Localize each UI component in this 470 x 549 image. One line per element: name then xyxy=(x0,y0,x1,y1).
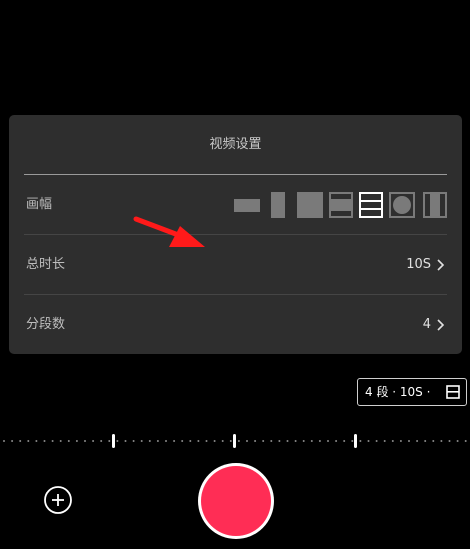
ruler-dot xyxy=(270,440,273,442)
aspect-ratio-row: 画幅 xyxy=(24,175,447,235)
ruler-dot xyxy=(351,440,354,442)
ruler-dot xyxy=(294,440,297,442)
ruler-dot xyxy=(165,440,167,442)
ruler-dot xyxy=(464,440,467,442)
ruler-dot xyxy=(213,440,216,442)
duration-label: 总时长 xyxy=(26,257,66,272)
ruler-dot xyxy=(254,440,257,442)
landscape-ratio-icon[interactable] xyxy=(234,192,260,218)
timeline-marker xyxy=(233,434,236,448)
aspect-ratio-label: 画幅 xyxy=(26,197,53,212)
summary-text: 4 段 · 10S · xyxy=(365,385,431,399)
panel-title: 视频设置 xyxy=(209,137,262,152)
ruler-dot xyxy=(181,440,184,442)
record-button-fill xyxy=(201,466,271,536)
ruler-dot xyxy=(132,440,135,442)
ruler-dot xyxy=(108,440,111,442)
ruler-dot xyxy=(310,440,313,442)
ruler-dot xyxy=(391,440,394,442)
portrait-ratio-icon[interactable] xyxy=(271,192,285,218)
ruler-dot xyxy=(100,440,103,442)
ruler-dot xyxy=(11,440,14,442)
timeline-marker xyxy=(354,434,357,448)
ruler-dot xyxy=(318,440,321,442)
ruler-dot xyxy=(92,440,95,442)
ruler-dot xyxy=(278,440,281,442)
widescreen-ratio-icon xyxy=(446,385,460,399)
record-button[interactable] xyxy=(198,463,274,539)
ruler-dot xyxy=(221,440,224,442)
ruler-dot xyxy=(19,440,22,442)
circle-ratio-icon[interactable] xyxy=(389,192,415,218)
ruler-dot xyxy=(43,440,46,442)
aspect-ratio-options xyxy=(234,192,447,218)
ruler-dot xyxy=(375,440,378,442)
ruler-dot xyxy=(246,440,248,442)
ruler-dot xyxy=(116,440,119,442)
ruler-dot xyxy=(229,440,232,442)
ruler-dot xyxy=(399,440,402,442)
timeline-ruler[interactable] xyxy=(0,433,470,449)
ruler-dot xyxy=(262,440,265,442)
video-settings-panel: 视频设置 画幅 总时长 10S 分段数 4 xyxy=(9,115,462,354)
ruler-dot xyxy=(84,440,86,442)
ruler-dot xyxy=(440,440,443,442)
ruler-dot xyxy=(327,440,329,442)
ruler-dot xyxy=(3,440,5,442)
square-ratio-icon[interactable] xyxy=(297,192,323,218)
ruler-dot xyxy=(448,440,451,442)
ruler-dot xyxy=(173,440,176,442)
chevron-right-icon xyxy=(437,319,445,331)
ruler-dot xyxy=(148,440,151,442)
ruler-dot xyxy=(156,440,159,442)
segments-value: 4 xyxy=(422,317,431,332)
ruler-dot xyxy=(383,440,386,442)
ruler-dot xyxy=(343,440,346,442)
ruler-dot xyxy=(432,440,435,442)
ruler-dot xyxy=(359,440,362,442)
ruler-dot xyxy=(302,440,305,442)
ruler-dot xyxy=(140,440,143,442)
ruler-dot xyxy=(75,440,78,442)
ruler-dot xyxy=(286,440,289,442)
ruler-dot xyxy=(27,440,30,442)
ruler-dot xyxy=(367,440,370,442)
ruler-dot xyxy=(416,440,419,442)
ruler-dot xyxy=(124,440,127,442)
ruler-dot xyxy=(205,440,208,442)
timeline-marker xyxy=(112,434,115,448)
ruler-dot xyxy=(189,440,192,442)
letterbox-ratio-icon[interactable] xyxy=(329,192,353,218)
segments-row[interactable]: 分段数 4 xyxy=(24,295,447,355)
duration-row[interactable]: 总时长 10S xyxy=(24,235,447,295)
ruler-dot xyxy=(456,440,459,442)
pillarbox-ratio-icon[interactable] xyxy=(423,192,447,218)
ruler-dot xyxy=(35,440,38,442)
ruler-dot xyxy=(197,440,200,442)
segments-label: 分段数 xyxy=(26,317,66,332)
video-summary-badge[interactable]: 4 段 · 10S · xyxy=(357,378,467,406)
add-icon[interactable] xyxy=(43,485,73,515)
ruler-dot xyxy=(51,440,54,442)
ruler-dot xyxy=(424,440,427,442)
ruler-dot xyxy=(67,440,70,442)
duration-value: 10S xyxy=(406,257,431,272)
ruler-dot xyxy=(335,440,338,442)
red-arrow-annotation xyxy=(133,216,205,247)
ruler-dot xyxy=(59,440,62,442)
chevron-right-icon xyxy=(437,259,445,271)
ruler-dot xyxy=(408,440,410,442)
ruler-dot xyxy=(237,440,240,442)
widescreen-ratio-icon[interactable] xyxy=(359,192,383,218)
